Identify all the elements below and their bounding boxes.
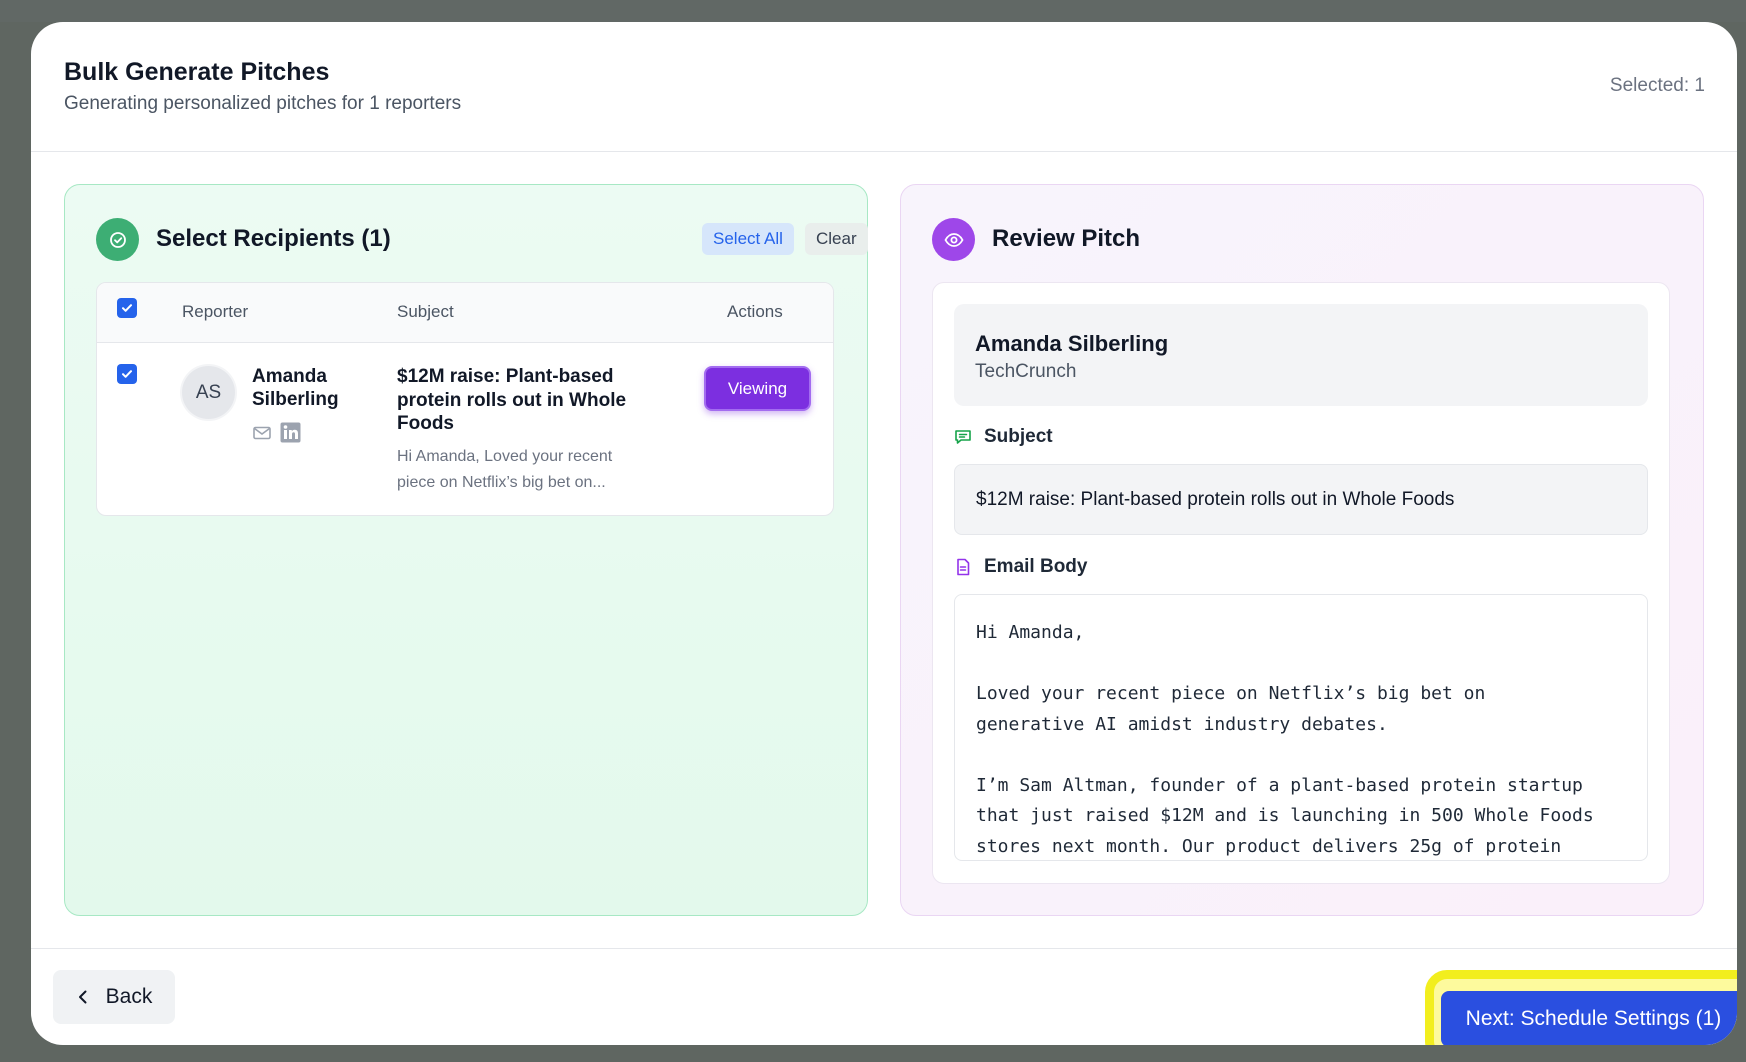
backdrop xyxy=(0,0,1746,22)
selected-count: Selected: 1 xyxy=(1609,75,1705,96)
table-row: AS Amanda Silberling $12M raise: Plant-b… xyxy=(97,344,833,515)
modal-title: Bulk Generate Pitches xyxy=(64,58,330,86)
contact-icons xyxy=(252,422,301,448)
column-header-reporter: Reporter xyxy=(182,302,249,321)
select-all-button[interactable]: Select All xyxy=(702,223,794,255)
column-header-actions: Actions xyxy=(727,302,783,321)
select-recipients-panel: Select Recipients (1) Select All Clear R… xyxy=(64,184,868,916)
reporter-name: Amanda Silberling xyxy=(252,366,339,410)
back-label: Back xyxy=(105,985,153,1008)
clear-button[interactable]: Clear xyxy=(805,223,868,255)
review-pitch-panel: Review Pitch Amanda Silberling TechCrunc… xyxy=(900,184,1704,916)
review-card: Amanda Silberling TechCrunch Subject $12… xyxy=(932,282,1670,884)
recipient-name: Amanda Silberling xyxy=(975,331,1169,356)
row-subject: $12M raise: Plant-based protein rolls ou… xyxy=(397,366,627,434)
email-body-text: Hi Amanda, Loved your recent piece on Ne… xyxy=(976,622,1594,857)
document-icon xyxy=(957,558,970,576)
select-recipients-heading: Select Recipients (1) xyxy=(156,225,391,252)
message-icon xyxy=(955,430,971,444)
row-checkbox[interactable] xyxy=(117,364,137,384)
subject-label: Subject xyxy=(954,426,1053,448)
modal-header: Bulk Generate Pitches Generating persona… xyxy=(31,22,1737,152)
subject-label-text: Subject xyxy=(984,426,1053,447)
back-button[interactable]: Back xyxy=(53,970,175,1024)
checkmark-icon xyxy=(122,370,132,378)
check-circle-icon xyxy=(96,218,139,261)
row-snippet: Hi Amanda, Loved your recent piece on Ne… xyxy=(397,448,613,491)
email-body-label: Email Body xyxy=(954,556,1087,578)
recipient-outlet: TechCrunch xyxy=(975,361,1077,382)
bulk-generate-modal: Bulk Generate Pitches Generating persona… xyxy=(31,22,1737,1045)
checkmark-icon xyxy=(122,304,132,312)
recipients-table: Reporter Subject Actions AS Amanda Silbe… xyxy=(96,282,834,516)
next-schedule-settings-button[interactable]: Next: Schedule Settings (1) xyxy=(1441,991,1737,1045)
select-all-checkbox[interactable] xyxy=(117,298,137,318)
mail-icon[interactable] xyxy=(252,425,272,446)
subject-field[interactable]: $12M raise: Plant-based protein rolls ou… xyxy=(954,464,1648,535)
table-header: Reporter Subject Actions xyxy=(97,283,833,343)
column-header-subject: Subject xyxy=(397,302,454,321)
email-body-field[interactable]: Hi Amanda, Loved your recent piece on Ne… xyxy=(954,594,1648,861)
footer-divider xyxy=(31,948,1737,949)
recipient-summary: Amanda Silberling TechCrunch xyxy=(954,304,1648,406)
review-pitch-heading: Review Pitch xyxy=(992,225,1141,252)
chevron-left-icon xyxy=(78,990,87,1004)
modal-subtitle: Generating personalized pitches for 1 re… xyxy=(64,93,462,114)
linkedin-icon[interactable] xyxy=(280,422,301,448)
email-body-label-text: Email Body xyxy=(984,556,1088,577)
avatar: AS xyxy=(182,366,235,419)
viewing-button[interactable]: Viewing xyxy=(704,366,811,411)
eye-icon xyxy=(932,218,975,261)
